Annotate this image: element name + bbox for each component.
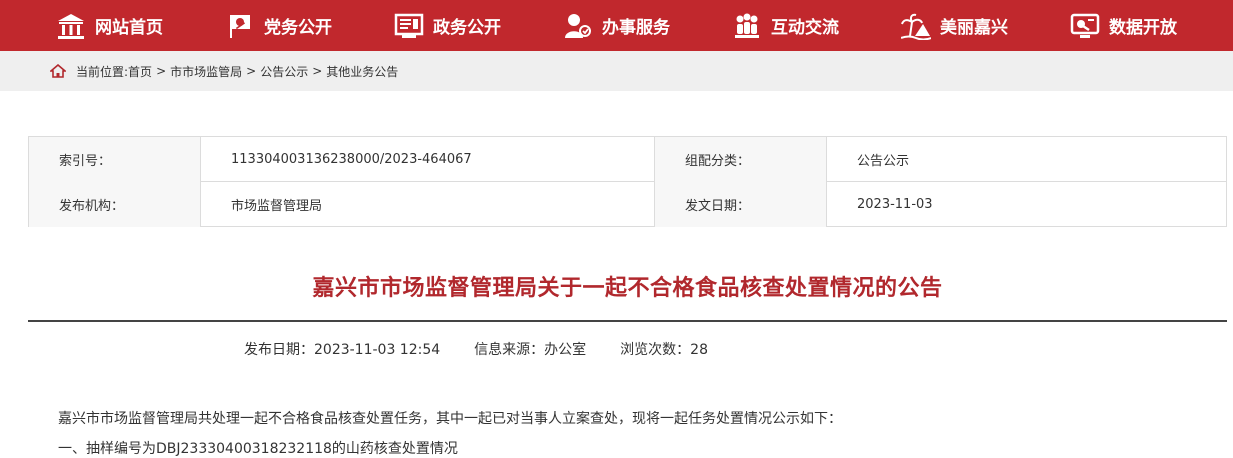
breadcrumb-separator: >	[312, 64, 323, 78]
breadcrumb: 当前位置: 首页 > 市市场监管局 > 公告公示 > 其他业务公告	[48, 51, 398, 91]
breadcrumb-separator: >	[246, 64, 257, 78]
breadcrumb-notice-link[interactable]: 公告公示	[260, 63, 308, 80]
nav-item-label: 网站首页	[95, 18, 163, 38]
publish-time: 发布日期：2023-11-03 12:54	[244, 342, 441, 358]
category-value: 公告公示	[857, 154, 910, 169]
nav-item-service[interactable]: 办事服务	[562, 0, 670, 51]
breadcrumb-separator: >	[156, 64, 167, 78]
meta-row: 索引号： 113304003136238000/2023-464067 组配分类…	[29, 137, 1226, 182]
breadcrumb-bar: 当前位置: 首页 > 市市场监管局 > 公告公示 > 其他业务公告	[0, 51, 1233, 91]
people-group-icon	[731, 10, 763, 42]
data-monitor-icon	[1069, 10, 1101, 42]
publisher-value: 市场监督管理局	[201, 182, 655, 227]
meta-table: 索引号： 113304003136238000/2023-464067 组配分类…	[28, 136, 1227, 227]
breadcrumb-bureau-link[interactable]: 市市场监管局	[170, 63, 242, 80]
nav-item-jiaxing[interactable]: 美丽嘉兴	[900, 0, 1008, 51]
nav-item-label: 互动交流	[771, 18, 839, 38]
nav-item-interact[interactable]: 互动交流	[731, 0, 839, 51]
nav-item-gov[interactable]: 政务公开	[393, 0, 501, 51]
nav-item-label: 政务公开	[433, 18, 501, 38]
category-label: 组配分类：	[655, 137, 827, 182]
nav-item-data[interactable]: 数据开放	[1069, 0, 1177, 51]
nav-item-label: 美丽嘉兴	[940, 18, 1008, 38]
palm-island-icon	[900, 10, 932, 42]
article-info: 发布日期：2023-11-03 12:54 信息来源：办公室 浏览次数：28	[244, 339, 708, 359]
document-board-icon	[393, 10, 425, 42]
nav-item-label: 办事服务	[602, 18, 670, 38]
meta-row: 发布机构： 市场监督管理局 发文日期： 2023-11-03	[29, 182, 1226, 227]
index-value: 113304003136238000/2023-464067	[201, 137, 655, 182]
breadcrumb-other-link[interactable]: 其他业务公告	[326, 63, 398, 80]
date-label: 发文日期：	[655, 182, 827, 227]
index-label: 索引号：	[29, 137, 201, 182]
government-building-icon	[55, 10, 87, 42]
nav-item-label: 党务公开	[264, 18, 332, 38]
nav-item-party[interactable]: 党务公开	[224, 0, 332, 51]
nav-item-home[interactable]: 网站首页	[55, 0, 163, 51]
nav-item-label: 数据开放	[1109, 18, 1177, 38]
top-nav: 网站首页 党务公开 政务公开 办事服务 互动交流 美丽嘉兴 数据开放	[0, 0, 1233, 51]
article-paragraph: 一、抽样编号为DBJ23330400318232118的山药核查处置情况	[58, 441, 458, 457]
date-value: 2023-11-03	[857, 197, 933, 212]
publisher-label: 发布机构：	[29, 182, 201, 227]
home-icon	[48, 63, 68, 78]
breadcrumb-home-link[interactable]: 首页	[128, 63, 152, 80]
article-paragraph: 嘉兴市市场监督管理局共处理一起不合格食品核查处置任务，其中一起已对当事人立案查处…	[58, 411, 842, 427]
service-person-icon	[562, 10, 594, 42]
view-count: 浏览次数：28	[620, 342, 708, 358]
article-title: 嘉兴市市场监督管理局关于一起不合格食品核查处置情况的公告	[312, 276, 943, 301]
info-source: 信息来源：办公室	[474, 342, 587, 358]
title-divider	[28, 320, 1227, 322]
breadcrumb-prefix: 当前位置:	[76, 64, 129, 79]
party-flag-icon	[224, 10, 256, 42]
